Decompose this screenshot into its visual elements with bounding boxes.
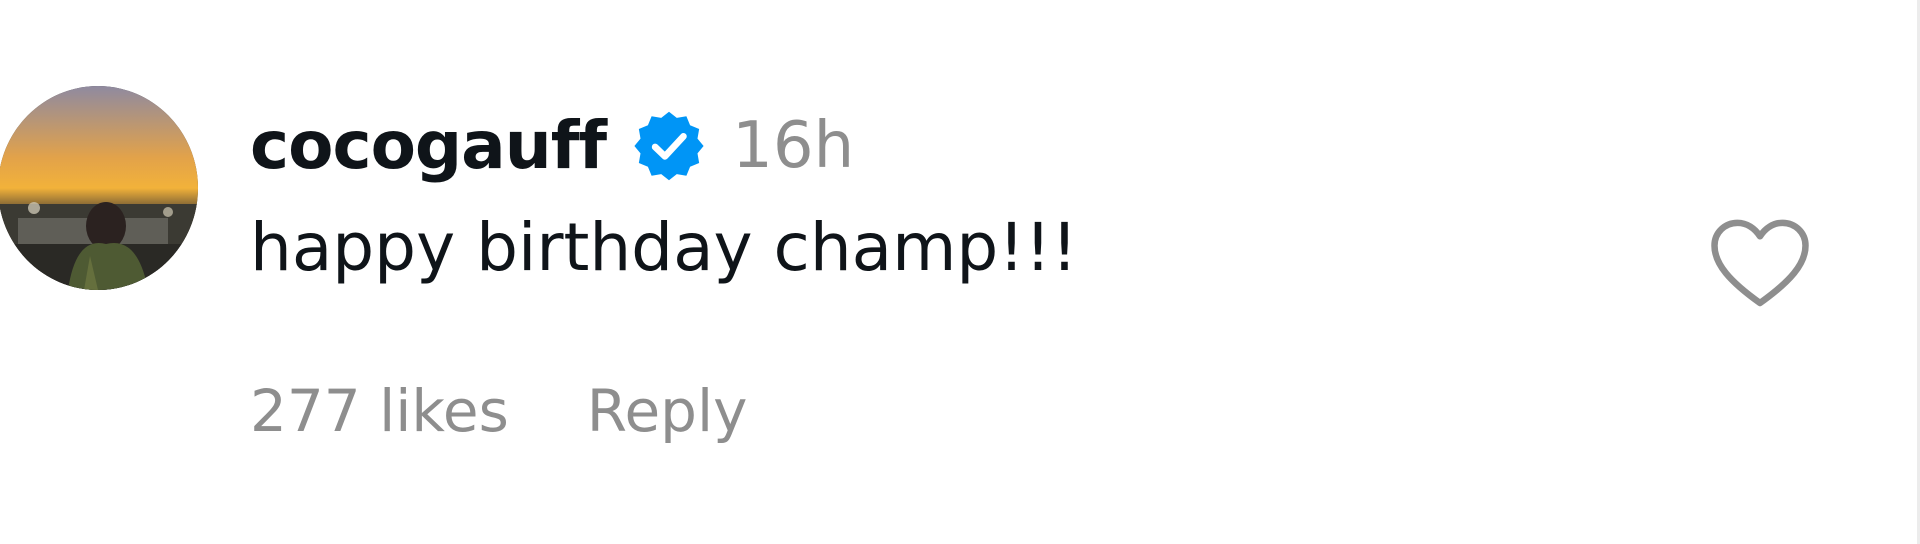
heart-outline-icon bbox=[1711, 219, 1809, 307]
avatar[interactable] bbox=[0, 86, 198, 290]
comment-text: happy birthday champ!!! bbox=[250, 209, 1078, 286]
likes-count-link[interactable]: 277 likes bbox=[250, 382, 509, 440]
username-link[interactable]: cocogauff bbox=[250, 113, 607, 179]
comment-timestamp[interactable]: 16h bbox=[732, 114, 854, 178]
comment-actions: 277 likes Reply bbox=[250, 382, 747, 440]
reply-button[interactable]: Reply bbox=[587, 382, 748, 440]
avatar-photo bbox=[0, 86, 198, 290]
verified-badge-icon bbox=[606, 105, 706, 187]
comment-item: cocogauff 16h happy birthday champ!!! 27… bbox=[0, 0, 1917, 544]
like-button[interactable] bbox=[1708, 216, 1812, 312]
comment-header: cocogauff 16h bbox=[250, 98, 854, 194]
